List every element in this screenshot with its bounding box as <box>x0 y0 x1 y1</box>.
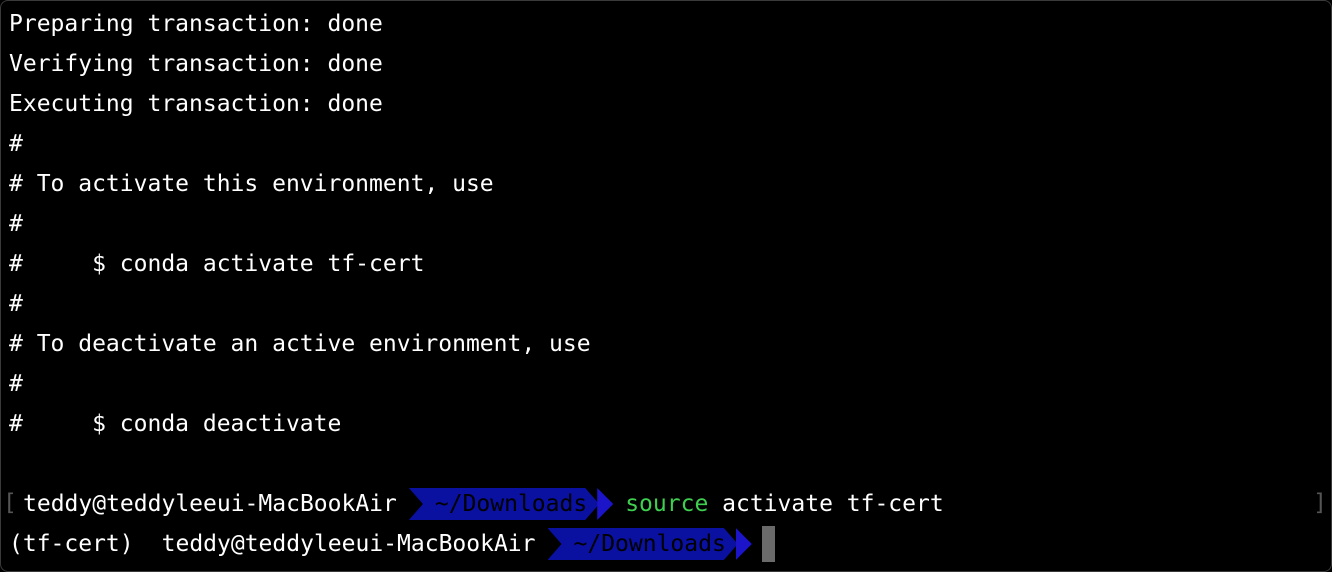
powerline-arrow-icon <box>735 528 752 560</box>
prompt-directory: ~/Downloads <box>548 528 738 560</box>
powerline-arrow-icon <box>597 488 614 520</box>
prompt-user-host: teddy@teddyleeui-MacBookAir <box>161 531 536 557</box>
current-prompt-line[interactable]: (tf-cert) teddy@teddyleeui-MacBookAir ~/… <box>9 524 775 564</box>
prompt-bracket-right: ] <box>1313 490 1327 516</box>
terminal-window[interactable]: Preparing transaction: done Verifying tr… <box>0 0 1332 572</box>
prompt-user-host: teddy@teddyleeui-MacBookAir <box>23 491 397 517</box>
text-cursor[interactable] <box>761 526 775 562</box>
output-line: # <box>9 211 23 237</box>
output-line: Preparing transaction: done <box>9 11 383 37</box>
command-arguments: activate tf-cert <box>708 491 944 517</box>
output-line: # <box>9 371 23 397</box>
output-line: Executing transaction: done <box>9 91 383 117</box>
prompt-directory-segment: ~/Downloads <box>548 528 752 560</box>
output-line: # $ conda activate tf-cert <box>9 251 425 277</box>
prompt-directory-segment: ~/Downloads <box>409 488 614 520</box>
prompt-directory: ~/Downloads <box>409 488 599 520</box>
output-line: # <box>9 291 23 317</box>
command-keyword: source <box>625 491 709 517</box>
output-line: Verifying transaction: done <box>9 51 383 77</box>
conda-env-indicator: (tf-cert) <box>9 531 134 557</box>
previous-prompt-line: teddy@teddyleeui-MacBookAir ~/Downloads … <box>23 484 944 524</box>
prompt-bracket-left: [ <box>3 490 17 516</box>
output-line: # To activate this environment, use <box>9 171 494 197</box>
output-line: # $ conda deactivate <box>9 411 342 437</box>
output-line: # <box>9 131 23 157</box>
output-line: # To deactivate an active environment, u… <box>9 331 591 357</box>
